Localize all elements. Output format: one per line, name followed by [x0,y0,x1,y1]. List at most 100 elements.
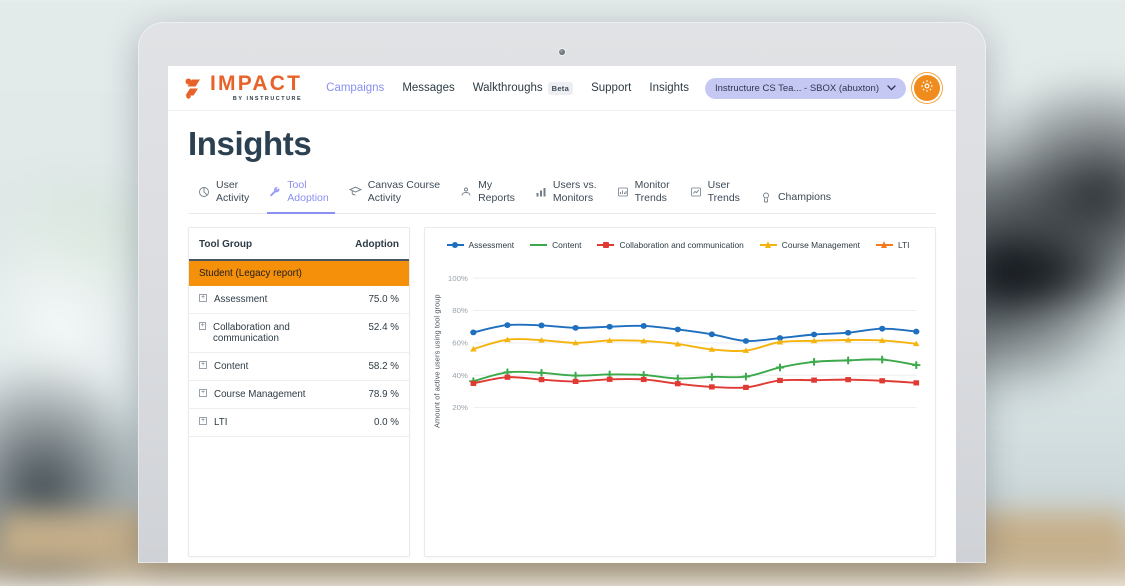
tab-user-trends-line1: User [708,179,740,192]
table-header-row: Tool Group Adoption [189,228,409,260]
tab-user-trends-line2: Trends [708,192,740,205]
chart-y-axis-label: Amount of active users using tool group [431,256,445,466]
insights-content: Tool Group Adoption Student (Legacy repo… [188,214,936,557]
bar-chart-icon [535,186,547,198]
tab-tool-adoption[interactable]: Tool Adoption [261,173,340,213]
tab-users-vs-monitors[interactable]: Users vs. Monitors [527,173,609,213]
organization-selector-value: Instructure CS Tea... - SBOX (abuxton) [715,83,879,94]
table-cell-tool-group: Assessment [214,294,267,305]
nav-item-messages[interactable]: Messages [402,82,454,94]
organization-selector[interactable]: Instructure CS Tea... - SBOX (abuxton) [705,78,906,99]
table-cell-adoption: 58.2 % [345,353,409,381]
chart-legend: Assessment Content Collaboration and com… [431,236,925,256]
tab-tool-adoption-line2: Adoption [287,192,328,205]
logo-tagline: BY INSTRUCTURE [210,97,302,102]
legend-label-course-management: Course Management [782,240,860,250]
chart-plot-area[interactable]: 100%80%60%40%20% [445,256,925,466]
tab-canvas-course-activity-line2: Activity [368,192,440,205]
tab-champions-line1: Champions [778,191,831,204]
legend-item-lti[interactable]: LTI [876,240,909,250]
nav-label-support: Support [591,82,631,94]
legend-label-collaboration: Collaboration and communication [619,240,743,250]
table-group-row-label: Student (Legacy report) [189,260,409,286]
svg-text:20%: 20% [452,404,468,413]
nav-item-support[interactable]: Support [591,82,631,94]
tab-champions[interactable]: Champions [752,185,843,213]
legend-label-content: Content [552,240,581,250]
table-row[interactable]: + Collaboration and communication 52.4 % [189,314,409,353]
tab-my-reports[interactable]: My Reports [452,173,527,213]
tool-adoption-chart-card: Assessment Content Collaboration and com… [424,227,936,557]
table-cell-adoption: 75.0 % [345,286,409,314]
tab-canvas-course-activity-line1: Canvas Course [368,179,440,192]
tab-monitor-trends[interactable]: Monitor Trends [609,173,682,213]
svg-text:60%: 60% [452,339,468,348]
table-cell-tool-group: Course Management [214,389,306,400]
expand-icon[interactable]: + [199,294,207,302]
table-row[interactable]: + LTI 0.0 % [189,409,409,437]
nav-label-messages: Messages [402,82,454,94]
graduation-cap-icon [349,185,362,198]
tab-monitor-trends-line2: Trends [635,192,670,205]
table-cell-adoption: 78.9 % [345,381,409,409]
medal-icon [760,191,772,204]
legend-item-collaboration[interactable]: Collaboration and communication [597,240,743,250]
chevron-down-icon [887,83,896,94]
column-header-adoption[interactable]: Adoption [345,228,409,260]
legend-label-lti: LTI [898,240,909,250]
nav-item-walkthroughs[interactable]: Walkthroughs Beta [473,82,573,95]
tab-monitor-trends-line1: Monitor [635,179,670,192]
tab-my-reports-line2: Reports [478,192,515,205]
nav-item-insights[interactable]: Insights [649,82,689,94]
table-group-row[interactable]: Student (Legacy report) [189,260,409,286]
tablet-device-frame: IMPACT BY INSTRUCTURE Campaigns Messages… [138,22,986,563]
settings-button[interactable] [914,75,940,101]
wrench-icon [269,186,281,198]
legend-marker-assessment [447,244,464,246]
nav-label-insights: Insights [649,82,689,94]
table-cell-tool-group: LTI [214,417,227,428]
table-row[interactable]: + Course Management 78.9 % [189,381,409,409]
gear-icon [920,79,934,98]
insights-tab-bar: User Activity Tool Adoption [188,173,936,214]
expand-icon[interactable]: + [199,322,206,330]
legend-item-course-management[interactable]: Course Management [760,240,860,250]
table-cell-tool-group: Collaboration and communication [213,322,335,344]
table-cell-adoption: 52.4 % [345,314,409,353]
expand-icon[interactable]: + [199,417,207,425]
tab-user-activity[interactable]: User Activity [190,173,261,213]
tablet-camera-icon [559,49,565,55]
legend-item-content[interactable]: Content [530,240,581,250]
nav-item-campaigns[interactable]: Campaigns [326,82,384,94]
impact-logo[interactable]: IMPACT BY INSTRUCTURE [184,73,302,102]
tab-user-trends[interactable]: User Trends [682,173,752,213]
table-row[interactable]: + Assessment 75.0 % [189,286,409,314]
line-chart-icon [690,186,702,198]
expand-icon[interactable]: + [199,361,207,369]
tab-tool-adoption-line1: Tool [287,179,328,192]
tool-group-table: Tool Group Adoption Student (Legacy repo… [189,228,409,437]
table-cell-adoption: 0.0 % [345,409,409,437]
tab-users-vs-monitors-line2: Monitors [553,192,597,205]
beta-badge: Beta [548,82,573,95]
tab-user-activity-line2: Activity [216,192,249,205]
expand-icon[interactable]: + [199,389,207,397]
pie-chart-icon [198,186,210,198]
page-body: Insights User Activity [168,111,956,563]
tablet-screen: IMPACT BY INSTRUCTURE Campaigns Messages… [168,66,956,563]
table-cell-tool-group: Content [214,361,248,372]
svg-text:80%: 80% [452,307,468,316]
tab-my-reports-line1: My [478,179,515,192]
bar-chart-icon [617,186,629,198]
tab-canvas-course-activity[interactable]: Canvas Course Activity [341,173,452,213]
column-header-tool-group[interactable]: Tool Group [189,228,345,260]
app-header: IMPACT BY INSTRUCTURE Campaigns Messages… [168,66,956,111]
nav-label-campaigns: Campaigns [326,82,384,94]
nav-label-walkthroughs: Walkthroughs [473,82,543,94]
primary-nav: Campaigns Messages Walkthroughs Beta Sup… [326,82,689,95]
chart-plot-wrapper: Amount of active users using tool group … [431,256,925,466]
legend-item-assessment[interactable]: Assessment [447,240,515,250]
table-row[interactable]: + Content 58.2 % [189,353,409,381]
legend-marker-content [530,244,547,246]
svg-text:40%: 40% [452,371,468,380]
